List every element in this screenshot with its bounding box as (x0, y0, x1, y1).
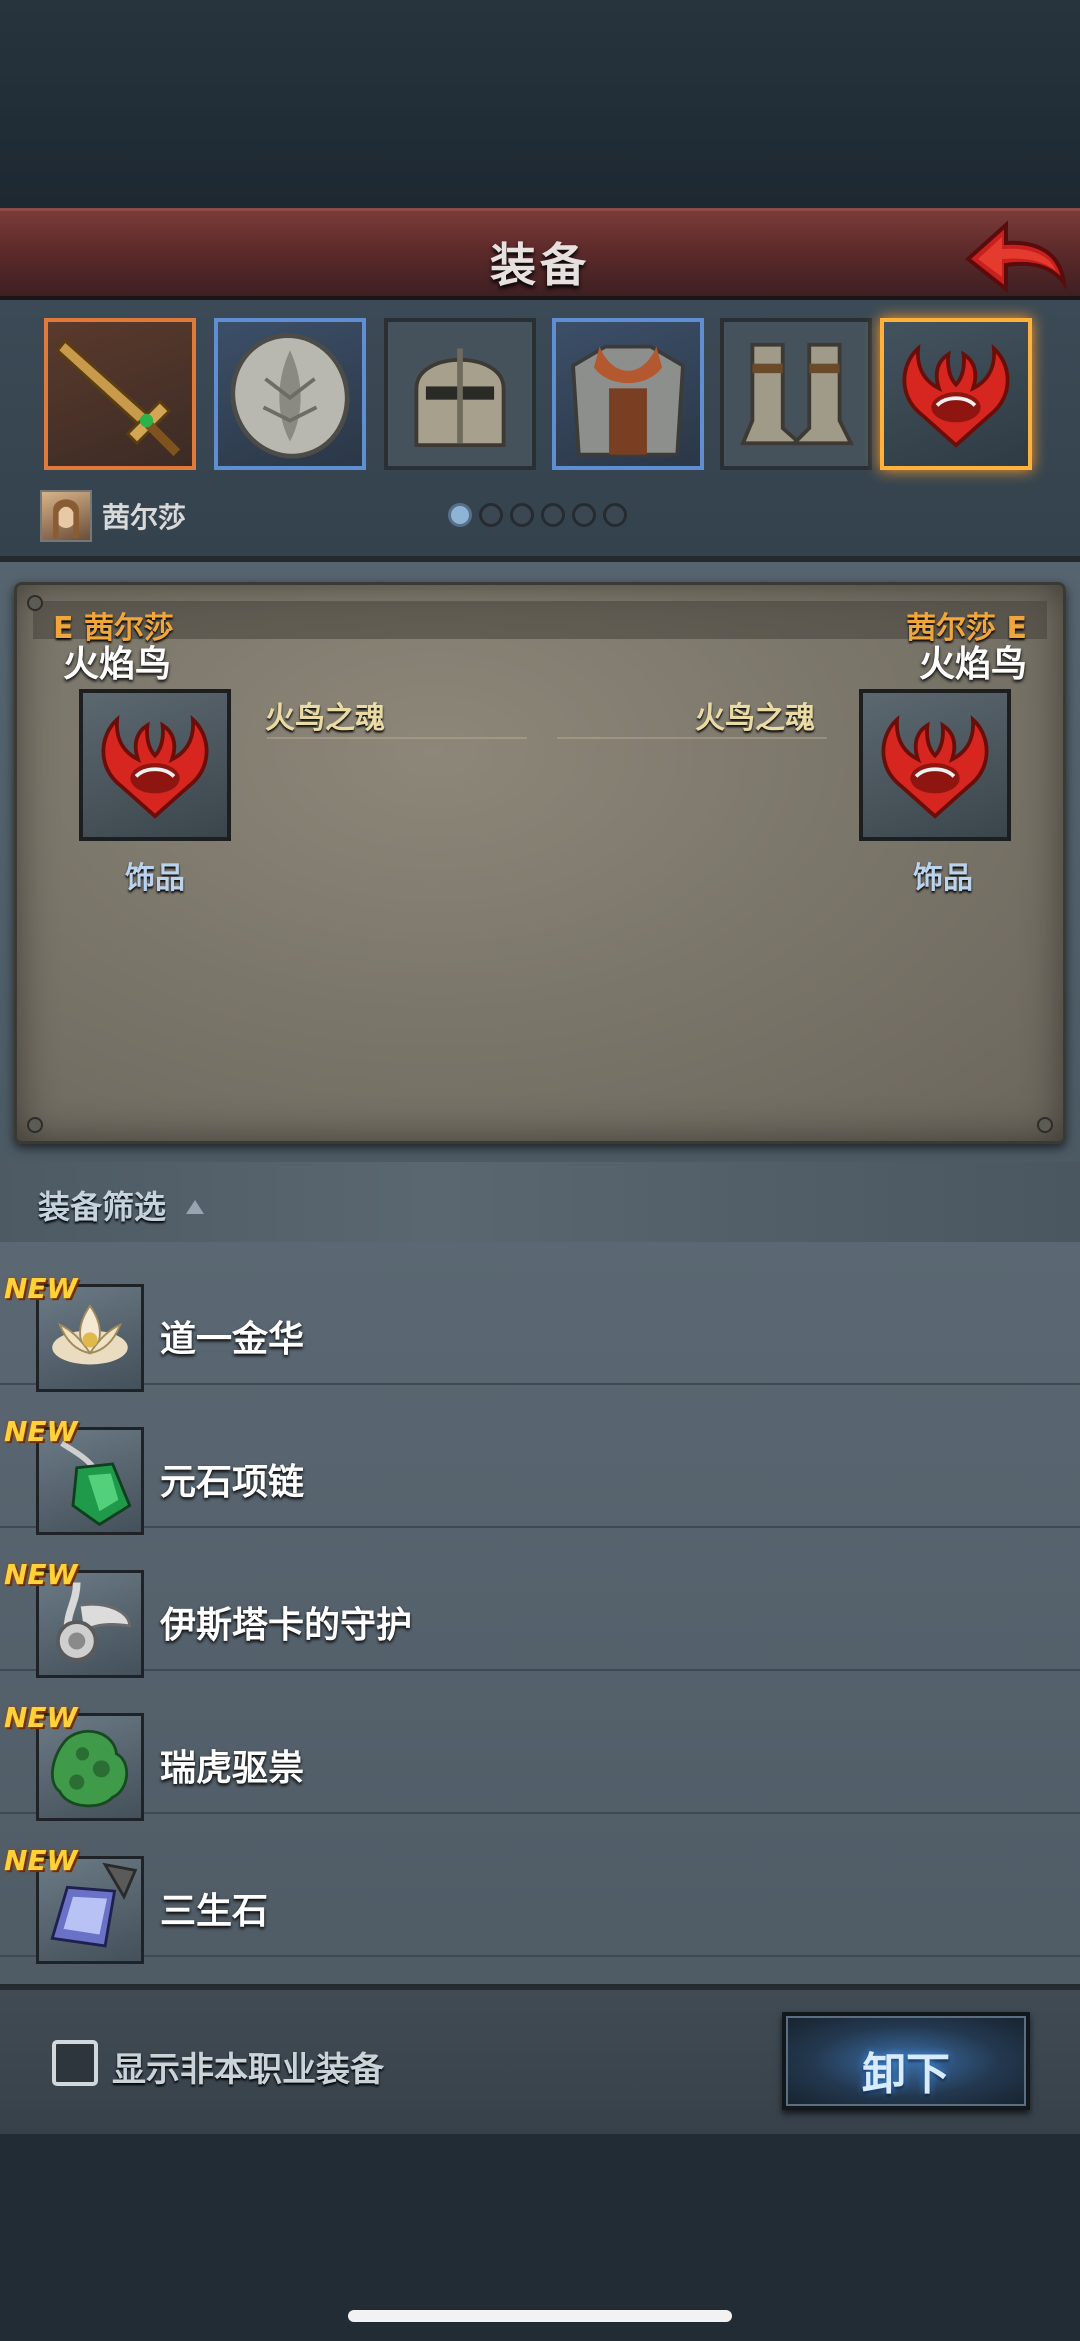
back-button[interactable] (960, 217, 1070, 297)
unequip-button[interactable]: 卸下 (782, 2012, 1030, 2110)
left-item-name: 火焰鸟 (63, 644, 172, 685)
home-indicator[interactable] (348, 2310, 732, 2322)
firebird-emblem-icon (101, 714, 209, 819)
back-arrow-icon (964, 220, 1067, 294)
parchment: E 茜尔莎 火焰鸟 饰品 火鸟之魂 茜尔莎 E 火焰鸟 饰品 火鸟之魂 (14, 582, 1066, 1144)
shield-icon (230, 333, 350, 459)
compare-panel: E 茜尔莎 火焰鸟 饰品 火鸟之魂 茜尔莎 E 火焰鸟 饰品 火鸟之魂 (0, 562, 1080, 1162)
item-name: 元石项链 (160, 1462, 305, 1503)
avatar (40, 490, 92, 542)
right-item-type: 饰品 (913, 861, 973, 896)
left-item-type: 饰品 (125, 861, 185, 896)
page-dot[interactable] (572, 503, 596, 527)
left-item-attribute: 火鸟之魂 (265, 701, 385, 736)
page-title: 装备 (490, 238, 590, 292)
right-item-attribute: 火鸟之魂 (695, 701, 815, 736)
status-area (0, 0, 1080, 208)
new-badge: NEW (4, 1272, 78, 1305)
helmet-icon (414, 348, 506, 448)
item-name: 三生石 (160, 1891, 269, 1932)
page-dot[interactable] (510, 503, 534, 527)
equipment-slots: 茜尔莎 (0, 300, 1080, 562)
armor-icon (571, 344, 685, 457)
new-badge: NEW (4, 1415, 78, 1448)
checkbox-label: 显示非本职业装备 (112, 2050, 384, 2090)
slot-shield[interactable] (214, 318, 366, 470)
page-dot[interactable] (541, 503, 565, 527)
character-name: 茜尔莎 (102, 501, 187, 534)
list-item[interactable]: NEW 三生石 (0, 1814, 1080, 1964)
new-badge: NEW (4, 1701, 78, 1734)
filter-label: 装备筛选 (38, 1188, 167, 1226)
left-item-icon (79, 689, 231, 841)
boots-icon (740, 342, 855, 446)
show-other-class-checkbox[interactable] (52, 2040, 98, 2086)
bottom-bar: 显示非本职业装备 卸下 (0, 1984, 1080, 2134)
list-item[interactable]: NEW 伊斯塔卡的守护 (0, 1528, 1080, 1678)
new-badge: NEW (4, 1558, 78, 1591)
slot-helmet[interactable] (384, 318, 536, 470)
item-name: 道一金华 (160, 1319, 305, 1360)
new-badge: NEW (4, 1844, 78, 1877)
slot-boots[interactable] (720, 318, 872, 470)
firebird-emblem-icon (881, 714, 989, 819)
list-item[interactable]: NEW 道一金华 (0, 1242, 1080, 1392)
item-name: 伊斯塔卡的守护 (160, 1605, 413, 1646)
title-bar: 装备 (0, 208, 1080, 300)
unequip-label: 卸下 (862, 2049, 950, 2100)
page-dot[interactable] (448, 503, 472, 527)
item-name: 瑞虎驱祟 (160, 1748, 305, 1789)
sword-icon (55, 338, 181, 457)
page-dot[interactable] (603, 503, 627, 527)
right-item-name: 火焰鸟 (918, 644, 1027, 685)
slot-weapon[interactable] (44, 318, 196, 470)
filter-bar[interactable]: 装备筛选 (0, 1162, 1080, 1242)
character-selector[interactable]: 茜尔莎 (40, 490, 186, 542)
slot-accessory[interactable] (880, 318, 1032, 470)
triangle-up-icon (186, 1200, 204, 1214)
right-item-icon (859, 689, 1011, 841)
firebird-emblem-icon (902, 343, 1010, 448)
slot-armor[interactable] (552, 318, 704, 470)
list-item[interactable]: NEW 瑞虎驱祟 (0, 1671, 1080, 1821)
item-list: NEW 道一金华 NEW 元石项链 NEW 伊斯塔卡的守护 NEW 瑞虎驱祟 N… (0, 1242, 1080, 1984)
list-item[interactable]: NEW 元石项链 (0, 1385, 1080, 1535)
page-dot[interactable] (479, 503, 503, 527)
page-indicator (448, 503, 627, 527)
